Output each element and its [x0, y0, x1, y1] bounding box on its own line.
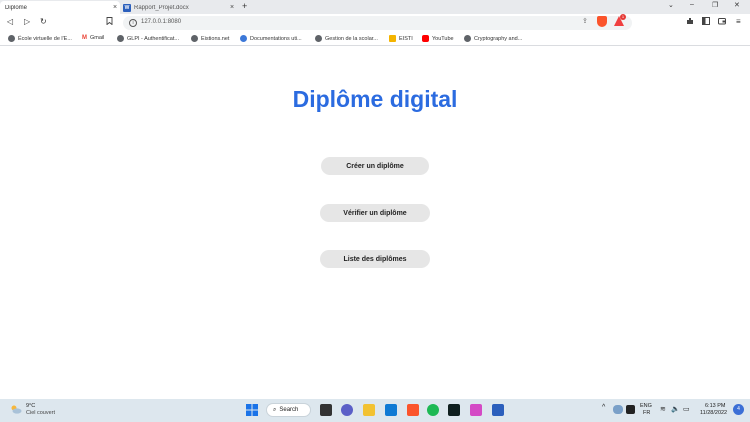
close-icon[interactable]: × — [227, 4, 237, 11]
weather-temperature[interactable]: 9°C — [26, 403, 35, 409]
list-diplomas-button[interactable]: Liste des diplômes — [320, 250, 430, 268]
tab-search-icon[interactable]: ⌄ — [668, 1, 674, 9]
vscode-icon[interactable] — [385, 404, 397, 416]
tab-title: Diplome — [5, 4, 28, 11]
bookmark-label: Documentations uti... — [250, 35, 302, 42]
globe-icon — [8, 35, 15, 42]
sidebar-icon[interactable] — [702, 17, 710, 27]
maximize-button[interactable]: ❐ — [712, 1, 718, 9]
url-text[interactable]: 127.0.0.1:8080 — [141, 19, 181, 25]
bookmark-label: École virtuelle de l'E... — [18, 35, 72, 42]
weather-description[interactable]: Ciel couvert — [26, 410, 55, 416]
globe-icon — [191, 35, 198, 42]
volume-icon[interactable]: 🔈 — [671, 405, 680, 413]
language-top[interactable]: ENG — [640, 403, 652, 409]
taskbar — [0, 399, 750, 422]
tab-diplome[interactable]: Diplome × — [0, 1, 120, 14]
verify-diploma-button[interactable]: Vérifier un diplôme — [320, 204, 430, 222]
youtube-icon — [422, 35, 429, 42]
word-taskbar-icon[interactable] — [492, 404, 504, 416]
extensions-icon[interactable] — [686, 17, 694, 27]
puzzle-icon — [687, 18, 693, 24]
bookmark-item[interactable]: M Gmail — [82, 35, 104, 41]
clock-time[interactable]: 6:13 PM — [705, 403, 725, 409]
bookmark-item[interactable]: YouTube — [422, 35, 454, 42]
tray-overflow-icon[interactable]: ^ — [602, 404, 605, 411]
bookmark-label: Gestion de la scolar... — [325, 35, 378, 42]
notification-badge[interactable]: 4 — [733, 404, 744, 415]
bookmark-icon[interactable] — [106, 17, 113, 27]
gmail-icon: M — [82, 35, 87, 41]
new-tab-button[interactable]: + — [242, 1, 247, 11]
tab-title: Rapport_Projet.docx — [134, 4, 189, 11]
teams-chat-icon[interactable] — [341, 404, 353, 416]
tray-app-icon[interactable] — [626, 405, 635, 414]
spotify-icon[interactable] — [427, 404, 439, 416]
language-bottom[interactable]: FR — [643, 410, 650, 416]
brave-shield-icon[interactable] — [597, 16, 607, 27]
close-icon[interactable]: × — [110, 4, 120, 11]
bookmark-item[interactable]: Eistions.net — [191, 35, 229, 42]
menu-icon[interactable]: ≡ — [736, 17, 741, 26]
address-bar[interactable]: i 127.0.0.1:8080 — [123, 16, 632, 30]
window-close-button[interactable]: ✕ — [734, 1, 740, 9]
pycharm-icon[interactable] — [448, 404, 460, 416]
bookmark-label: EISTI — [399, 35, 413, 42]
folder-icon — [389, 35, 396, 42]
sidebar-panel-icon — [702, 17, 710, 25]
wallet-svg-icon — [718, 18, 726, 25]
bookmark-item[interactable]: École virtuelle de l'E... — [8, 35, 72, 42]
back-button[interactable]: ◁ — [7, 17, 13, 26]
page-title: Diplôme digital — [292, 86, 458, 112]
rewards-badge: 1 — [620, 14, 626, 20]
bookmark-label: Eistions.net — [201, 35, 230, 42]
app-icon[interactable] — [470, 404, 482, 416]
globe-icon — [315, 35, 322, 42]
windows-start-icon[interactable] — [246, 404, 258, 416]
globe-icon — [117, 35, 124, 42]
onedrive-icon[interactable] — [613, 405, 623, 414]
forward-button[interactable]: ▷ — [24, 17, 30, 26]
word-doc-icon: W — [123, 3, 131, 12]
bookmark-label: YouTube — [432, 35, 454, 42]
bookmark-label: Gmail — [90, 35, 105, 41]
share-icon[interactable]: ⇪ — [582, 17, 588, 25]
battery-icon[interactable]: ▭ — [683, 405, 690, 413]
tab-rapport[interactable]: W Rapport_Projet.docx × — [120, 1, 237, 14]
globe-icon — [464, 35, 471, 42]
taskbar-search[interactable]: ⌕ Search — [266, 403, 311, 417]
search-icon: ⌕ — [273, 406, 277, 413]
bookmark-item[interactable]: Gestion de la scolar... — [315, 35, 378, 42]
doc-site-icon — [240, 35, 247, 42]
wallet-icon[interactable] — [718, 17, 726, 27]
task-view-icon[interactable] — [320, 404, 332, 416]
weather-cloud-icon[interactable] — [10, 405, 22, 414]
bookmark-item[interactable]: Cryptography and... — [464, 35, 522, 42]
file-explorer-icon[interactable] — [363, 404, 375, 416]
bookmark-item[interactable]: EISTI — [389, 35, 413, 42]
minimize-button[interactable]: – — [690, 1, 694, 8]
bookmark-item[interactable]: GLPI - Authentificat... — [117, 35, 179, 42]
search-label: Search — [279, 407, 299, 413]
brave-taskbar-icon[interactable] — [407, 404, 419, 416]
wifi-icon[interactable]: ≋ — [660, 405, 666, 413]
reload-button[interactable]: ↻ — [40, 17, 47, 26]
bookmark-label: Cryptography and... — [474, 35, 523, 42]
bookmark-icon-svg — [106, 17, 113, 26]
clock-date[interactable]: 11/28/2022 — [700, 410, 727, 416]
bookmark-item[interactable]: Documentations uti... — [240, 35, 302, 42]
info-icon[interactable]: i — [129, 19, 137, 27]
bookmark-label: GLPI - Authentificat... — [127, 35, 179, 42]
create-diploma-button[interactable]: Créer un diplôme — [321, 157, 429, 175]
